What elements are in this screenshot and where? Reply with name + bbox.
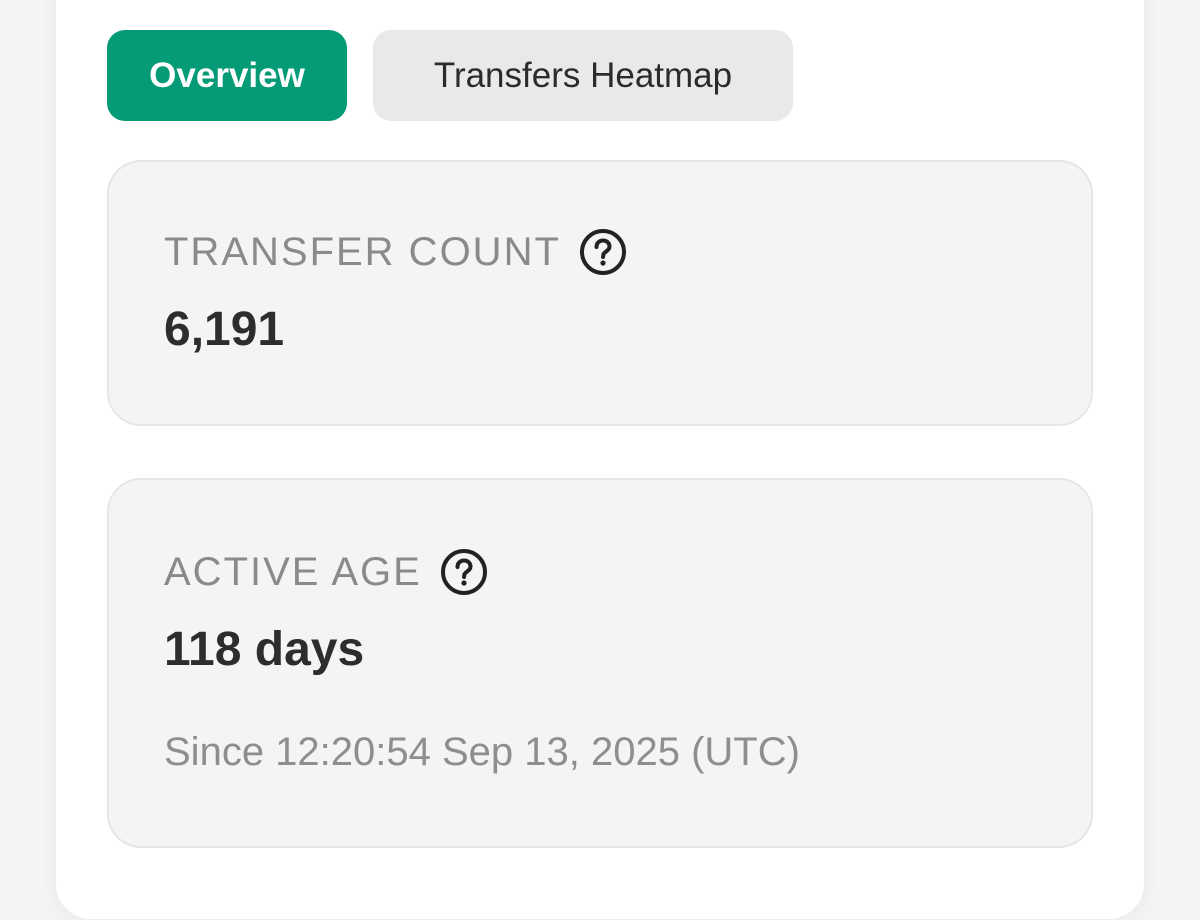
transfer-count-label: TRANSFER COUNT: [164, 229, 561, 274]
transfer-count-label-row: TRANSFER COUNT: [164, 228, 627, 276]
tab-transfers-heatmap[interactable]: Transfers Heatmap: [373, 30, 793, 121]
active-age-value: 118 days: [164, 623, 365, 676]
tab-overview[interactable]: Overview: [107, 30, 347, 121]
active-since-text: Since 12:20:54 Sep 13, 2025 (UTC): [164, 730, 800, 774]
transfer-count-card: TRANSFER COUNT 6,191: [107, 160, 1093, 426]
active-age-card: ACTIVE AGE 118 days Since 12:20:54 Sep 1…: [107, 478, 1093, 848]
active-age-label: ACTIVE AGE: [164, 549, 422, 594]
help-circle-icon[interactable]: [579, 228, 627, 276]
transfer-count-value: 6,191: [164, 303, 285, 356]
tab-bar: Overview Transfers Heatmap: [107, 30, 793, 121]
help-circle-icon[interactable]: [440, 548, 488, 596]
active-age-label-row: ACTIVE AGE: [164, 548, 488, 596]
